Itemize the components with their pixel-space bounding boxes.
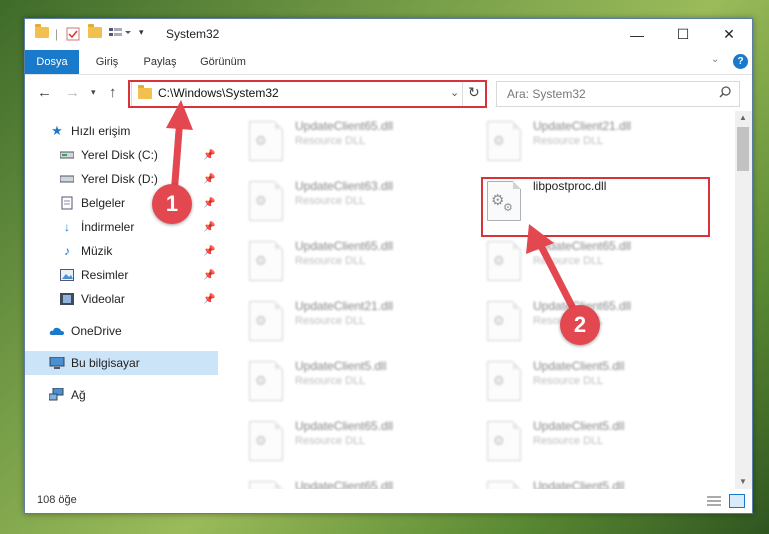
callout-step-2: 2 <box>560 305 600 345</box>
annotation-arrows <box>166 100 582 320</box>
callout-step-1: 1 <box>152 184 192 224</box>
arrow-one-head <box>166 100 193 130</box>
